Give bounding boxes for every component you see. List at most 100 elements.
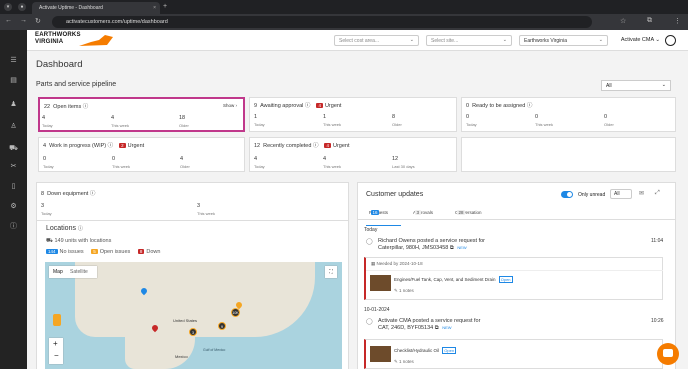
- street-view-icon[interactable]: [53, 314, 61, 326]
- tools-icon[interactable]: ✂: [9, 162, 18, 171]
- avatar[interactable]: [665, 35, 676, 46]
- down-count: 8: [137, 249, 145, 254]
- customer-updates-panel: Customer updates Only unread All ✉ ⤢ Req…: [357, 182, 676, 369]
- chevron-down-icon: ⌄: [598, 37, 603, 43]
- info-icon: ⓘ: [107, 143, 114, 149]
- request-detail[interactable]: Checklist/Hydraulic Oil Open ✎ 1 notes: [364, 339, 663, 369]
- chevron-down-icon: ⌄: [409, 37, 414, 43]
- fullscreen-icon[interactable]: ⛶: [325, 266, 337, 278]
- chevron-down-icon: ⌄: [661, 82, 666, 88]
- zoom-in-icon[interactable]: +: [53, 339, 58, 348]
- info-icon[interactable]: ⓘ: [9, 222, 18, 231]
- only-unread-toggle[interactable]: [561, 191, 573, 198]
- units-with-locations: ⛟ 149 units with locations: [46, 238, 112, 244]
- zoom-controls: + −: [49, 338, 63, 364]
- timestamp: 10:26: [651, 318, 664, 324]
- info-icon: ⓘ: [312, 143, 319, 149]
- day-heading: Today: [364, 227, 378, 233]
- forward-icon[interactable]: →: [20, 17, 27, 24]
- info-icon: ⓘ: [89, 191, 96, 197]
- map-cluster[interactable]: 9: [218, 322, 226, 330]
- app-header: EARTHWORKS VIRGINIA Select cost area... ⌄…: [27, 30, 688, 51]
- truck-icon: ⛟: [46, 238, 53, 244]
- pipeline-title: Parts and service pipeline: [36, 81, 117, 88]
- no-issues-count: 144: [46, 249, 58, 254]
- tab-menu-icon[interactable]: ▾: [4, 3, 12, 11]
- browser-toolbar: ← → ↻ activatecustomers.com/uptime/dashb…: [0, 14, 688, 30]
- record-icon[interactable]: ●: [18, 3, 26, 11]
- day-heading: 10-01-2024: [364, 307, 390, 313]
- locations-title: Locations ⓘ: [46, 225, 83, 232]
- map-type-toggle: Map Satellite: [49, 266, 97, 278]
- chevron-down-icon: ⌄: [502, 37, 507, 43]
- open-issues-count: 5: [91, 249, 98, 254]
- menu-icon[interactable]: ⋮: [674, 17, 681, 25]
- notes-count[interactable]: ✎ 1 notes: [394, 359, 414, 365]
- map-cluster[interactable]: 10K: [231, 308, 240, 317]
- info-icon: ⓘ: [304, 103, 311, 109]
- brand-logo[interactable]: EARTHWORKS VIRGINIA: [35, 32, 115, 49]
- calendar-icon: ▦: [371, 261, 376, 266]
- pipeline-filter-select[interactable]: All ⌄: [601, 80, 671, 91]
- person-icon[interactable]: ♙: [9, 122, 18, 131]
- link-icon[interactable]: ⧉: [450, 245, 454, 251]
- map-cluster[interactable]: 3: [189, 328, 197, 336]
- ready-card[interactable]: 0 Ready to be assigned ⓘ 0 Today 0 This w…: [461, 97, 676, 132]
- empty-card: [461, 137, 676, 172]
- info-icon: ⓘ: [77, 226, 83, 232]
- satellite-tab[interactable]: Satellite: [70, 269, 88, 275]
- request-detail[interactable]: ▦ Needed by 2024-10-18 Engines/Fuel Tank…: [364, 257, 663, 300]
- check-circle-icon[interactable]: ◯: [366, 318, 373, 325]
- close-tab-icon[interactable]: ×: [153, 5, 156, 11]
- menu-icon[interactable]: ☰: [9, 56, 18, 65]
- divider: [37, 220, 348, 221]
- users-icon[interactable]: ♟: [9, 100, 18, 109]
- zoom-out-icon[interactable]: −: [54, 351, 59, 360]
- extensions-icon[interactable]: ⧉: [647, 17, 652, 25]
- check-circle-icon[interactable]: ◯: [366, 238, 373, 245]
- map-tab[interactable]: Map: [53, 269, 63, 275]
- tab-title: Activate Uptime - Dashboard: [39, 5, 103, 11]
- truck-icon[interactable]: ⛟: [9, 144, 18, 153]
- locations-map[interactable]: Map Satellite ⛶ + − United States Mexico…: [45, 262, 342, 369]
- update-item[interactable]: Activate CMA posted a service request fo…: [378, 318, 480, 324]
- updates-title: Customer updates: [366, 191, 424, 198]
- address-bar[interactable]: activatecustomers.com/uptime/dashboard: [52, 16, 592, 28]
- virginia-map-icon: [79, 35, 113, 46]
- only-unread-label: Only unread: [578, 192, 606, 198]
- expand-icon[interactable]: ⤢: [655, 190, 660, 197]
- show-button[interactable]: Show ›: [223, 103, 237, 108]
- reload-icon[interactable]: ↻: [35, 17, 41, 25]
- equipment-thumbnail: [370, 346, 391, 362]
- user-menu[interactable]: Activate CMA ⌄: [621, 37, 660, 43]
- site-select[interactable]: Select site... ⌄: [426, 35, 512, 46]
- mail-icon[interactable]: ✉: [639, 190, 644, 197]
- info-icon: ⓘ: [526, 103, 533, 109]
- new-tab-icon[interactable]: +: [163, 3, 167, 10]
- cost-area-select[interactable]: Select cost area... ⌄: [334, 35, 419, 46]
- timestamp: 11:04: [651, 238, 664, 244]
- chat-button[interactable]: [657, 343, 679, 365]
- clipboard-icon[interactable]: ▯: [9, 182, 18, 191]
- side-rail: ☰ ▤ ♟ ♙ ⛟ ✂ ▯ ⚙ ⓘ: [0, 30, 27, 369]
- settings-icon[interactable]: ⚙: [9, 202, 18, 211]
- updates-filter-select[interactable]: All: [610, 189, 632, 199]
- location-legend: 144 No issues 5 Open issues 8 Down: [46, 249, 161, 255]
- inbox-icon[interactable]: ▤: [9, 76, 18, 85]
- wip-card[interactable]: 4 Work in progress (WIP) ⓘ 2 Urgent 0 Today…: [38, 137, 245, 172]
- urgent-badge: 4: [316, 103, 323, 108]
- url-text: activatecustomers.com/uptime/dashboard: [66, 19, 168, 25]
- awaiting-approval-card[interactable]: 9 Awaiting approval ⓘ 4 Urgent 1 Today 1 Th…: [249, 97, 457, 132]
- browser-tab[interactable]: Activate Uptime - Dashboard ×: [32, 2, 160, 14]
- open-items-card[interactable]: 22 Open items ⓘ Show › 4 Today 4 This wee…: [38, 97, 245, 132]
- urgent-badge: 4: [324, 143, 331, 148]
- back-icon[interactable]: ←: [5, 17, 12, 24]
- notes-count[interactable]: ✎ 1 notes: [394, 288, 414, 294]
- equipment-thumbnail: [370, 275, 391, 291]
- bookmark-icon[interactable]: ☆: [620, 17, 626, 25]
- update-item[interactable]: Richard Owens posted a service request f…: [378, 238, 485, 244]
- organization-select[interactable]: Earthworks Virginia ⌄: [519, 35, 608, 46]
- browser-tab-bar: ▾ ● Activate Uptime - Dashboard × +: [0, 0, 688, 14]
- recently-completed-card[interactable]: 12 Recently completed ⓘ 4 Urgent 4 Today 4 …: [249, 137, 457, 172]
- link-icon[interactable]: ⧉: [435, 325, 439, 331]
